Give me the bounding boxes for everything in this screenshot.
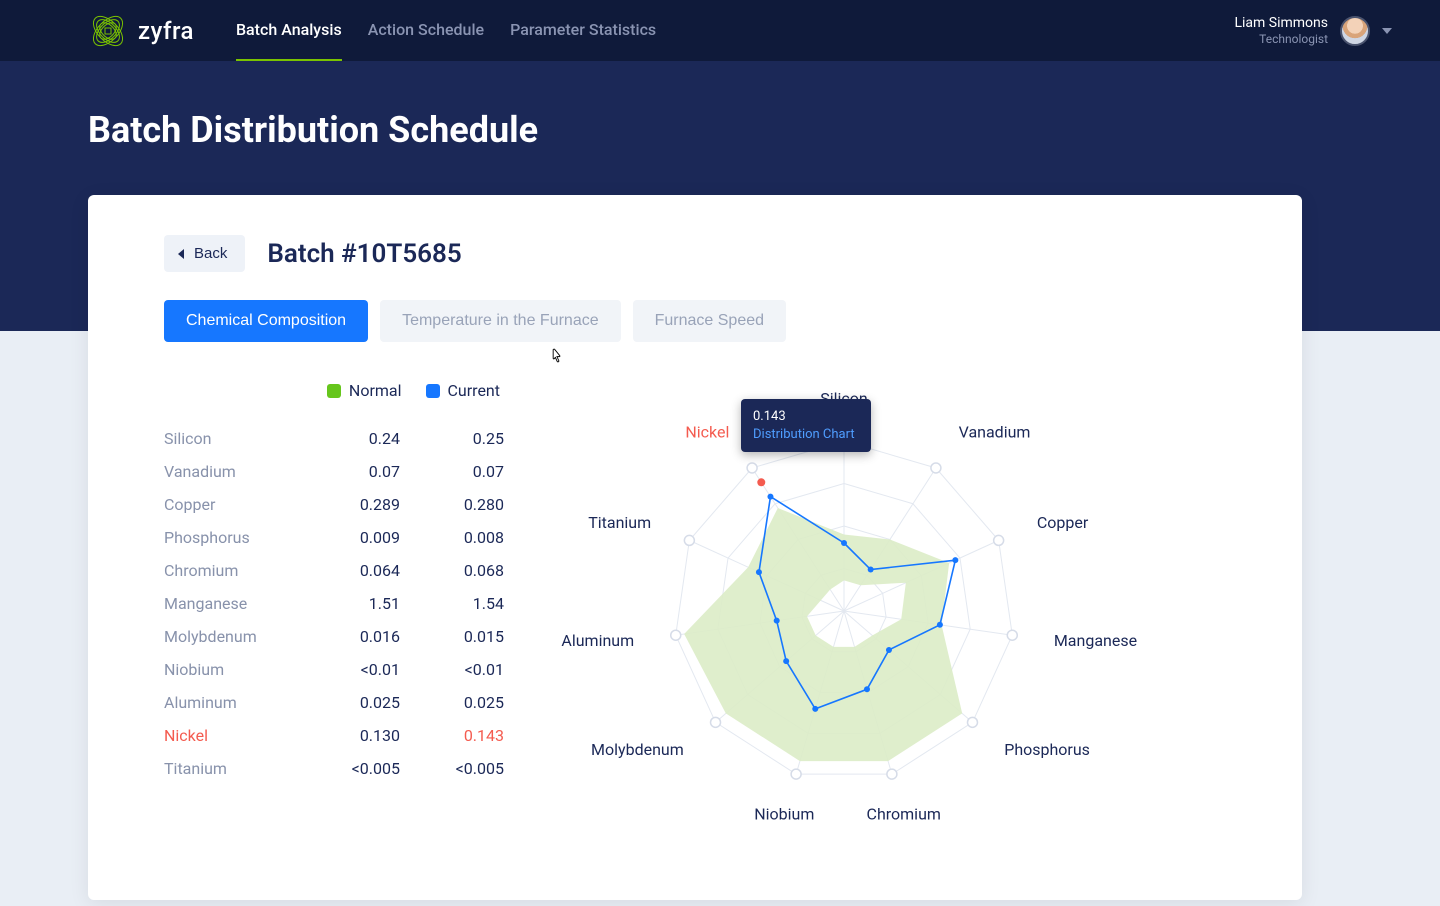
svg-text:Manganese: Manganese: [1054, 631, 1137, 650]
caret-left-icon: [178, 249, 184, 259]
value-normal: 0.025: [320, 693, 400, 712]
element-label: Silicon: [164, 429, 296, 448]
user-info: Liam Simmons Technologist: [1234, 15, 1328, 46]
svg-text:Copper: Copper: [1037, 513, 1089, 532]
back-button-label: Back: [194, 245, 227, 262]
composition-table: Normal Current Silicon 0.24 0.25 Vanadium 0.…: [164, 366, 504, 785]
tab-furnace-speed[interactable]: Furnace Speed: [633, 300, 786, 342]
swatch-normal-icon: [327, 384, 341, 398]
value-current: 0.07: [424, 462, 504, 481]
svg-text:Phosphorus: Phosphorus: [1004, 740, 1090, 759]
topbar: zyfra Batch Analysis Action Schedule Param…: [0, 0, 1440, 61]
svg-text:Molybdenum: Molybdenum: [591, 740, 684, 759]
chevron-down-icon[interactable]: [1382, 28, 1392, 34]
nav-item-parameter-statistics[interactable]: Parameter Statistics: [510, 0, 656, 61]
table-row: Niobium <0.01 <0.01: [164, 653, 504, 686]
value-normal: <0.01: [320, 660, 400, 679]
element-label: Molybdenum: [164, 627, 296, 646]
svg-text:Titanium: Titanium: [588, 513, 651, 532]
table-row: Phosphorus 0.009 0.008: [164, 521, 504, 554]
value-normal: 0.009: [320, 528, 400, 547]
logo-mark-icon: [88, 11, 128, 51]
table-row: Nickel 0.130 0.143: [164, 719, 504, 752]
element-label: Aluminum: [164, 693, 296, 712]
user-name: Liam Simmons: [1234, 15, 1328, 32]
tooltip-link[interactable]: Distribution Chart: [753, 426, 859, 444]
nav-item-batch-analysis[interactable]: Batch Analysis: [236, 0, 342, 61]
table-row: Molybdenum 0.016 0.015: [164, 620, 504, 653]
value-normal: 0.064: [320, 561, 400, 580]
avatar[interactable]: [1340, 16, 1370, 46]
brand-name: zyfra: [138, 17, 194, 45]
element-label: Phosphorus: [164, 528, 296, 547]
element-label: Nickel: [164, 726, 296, 745]
element-label: Vanadium: [164, 462, 296, 481]
svg-text:Chromium: Chromium: [867, 804, 941, 823]
table-row: Aluminum 0.025 0.025: [164, 686, 504, 719]
value-current: <0.005: [424, 759, 504, 778]
nav-item-action-schedule[interactable]: Action Schedule: [368, 0, 484, 61]
user-role: Technologist: [1234, 32, 1328, 46]
legend-normal: Normal: [327, 381, 402, 400]
table-row: Vanadium 0.07 0.07: [164, 455, 504, 488]
value-current: 0.015: [424, 627, 504, 646]
back-button[interactable]: Back: [164, 235, 245, 272]
value-normal: 1.51: [320, 594, 400, 613]
tab-temperature-in-the-furnace[interactable]: Temperature in the Furnace: [380, 300, 621, 342]
value-normal: 0.07: [320, 462, 400, 481]
swatch-current-icon: [426, 384, 440, 398]
value-current: 0.025: [424, 693, 504, 712]
batch-title: Batch #10T5685: [267, 239, 461, 269]
value-normal: 0.130: [320, 726, 400, 745]
value-normal: 0.016: [320, 627, 400, 646]
page-title: Batch Distribution Schedule: [88, 109, 1440, 151]
tooltip-value: 0.143: [753, 408, 859, 426]
detail-tabs: Chemical Composition Temperature in the F…: [164, 300, 1242, 342]
value-normal: 0.289: [320, 495, 400, 514]
value-normal: 0.24: [320, 429, 400, 448]
element-label: Manganese: [164, 594, 296, 613]
svg-text:Niobium: Niobium: [754, 804, 814, 823]
tab-chemical-composition[interactable]: Chemical Composition: [164, 300, 368, 342]
detail-card: Back Batch #10T5685 Chemical Composition…: [88, 195, 1302, 900]
legend-current: Current: [426, 381, 500, 400]
svg-text:Aluminum: Aluminum: [561, 631, 634, 650]
radar-chart[interactable]: SiliconVanadiumCopperManganesePhosphorus…: [524, 366, 1242, 785]
value-normal: <0.005: [320, 759, 400, 778]
value-current: 1.54: [424, 594, 504, 613]
element-label: Chromium: [164, 561, 296, 580]
element-label: Titanium: [164, 759, 296, 778]
table-row: Titanium <0.005 <0.005: [164, 752, 504, 785]
value-current: 0.143: [424, 726, 504, 745]
value-current: 0.008: [424, 528, 504, 547]
element-label: Copper: [164, 495, 296, 514]
value-current: 0.280: [424, 495, 504, 514]
brand-logo[interactable]: zyfra: [88, 11, 194, 51]
chart-tooltip: 0.143 Distribution Chart: [741, 399, 871, 452]
value-current: 0.25: [424, 429, 504, 448]
table-row: Manganese 1.51 1.54: [164, 587, 504, 620]
svg-text:Vanadium: Vanadium: [959, 423, 1031, 442]
table-row: Silicon 0.24 0.25: [164, 422, 504, 455]
value-current: 0.068: [424, 561, 504, 580]
table-row: Chromium 0.064 0.068: [164, 554, 504, 587]
element-label: Niobium: [164, 660, 296, 679]
table-row: Copper 0.289 0.280: [164, 488, 504, 521]
main-nav: Batch Analysis Action Schedule Parameter S…: [236, 0, 656, 61]
value-current: <0.01: [424, 660, 504, 679]
svg-text:Nickel: Nickel: [685, 423, 729, 442]
